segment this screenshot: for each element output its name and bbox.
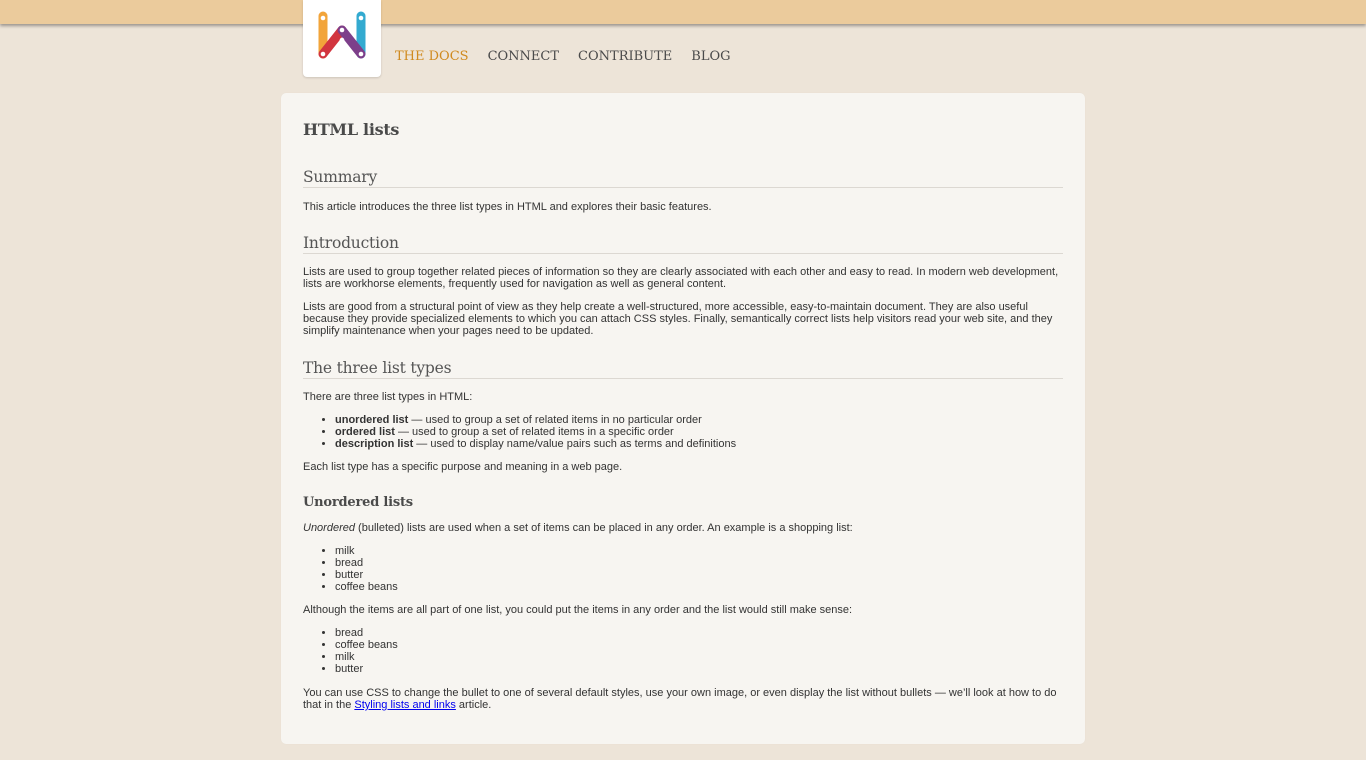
- nav-connect[interactable]: CONNECT: [488, 49, 559, 67]
- although-text: Although the items are all part of one l…: [303, 604, 853, 616]
- unordered-intro: Unordered (bulleted) lists are used when…: [303, 522, 853, 534]
- site-logo[interactable]: [303, 0, 381, 77]
- introduction-heading: Introduction: [303, 234, 1063, 254]
- webplatform-logo-icon: [318, 11, 366, 59]
- page-title: HTML lists: [303, 120, 400, 139]
- list-item: bread: [335, 627, 1095, 639]
- css-note: You can use CSS to change the bullet to …: [303, 687, 1057, 711]
- unordered-lists-heading: Unordered lists: [303, 495, 413, 510]
- list-item: butter: [335, 569, 1095, 581]
- list-item: description list — used to display name/…: [335, 438, 1095, 450]
- nav-contribute[interactable]: CONTRIBUTE: [578, 49, 672, 67]
- shopping-list-1: milk bread butter coffee beans: [303, 545, 1095, 593]
- list-item: ordered list — used to group a set of re…: [335, 426, 1095, 438]
- summary-heading: Summary: [303, 168, 1063, 188]
- list-item: coffee beans: [335, 639, 1095, 651]
- summary-text: This article introduces the three list t…: [303, 201, 712, 213]
- list-types-outro: Each list type has a specific purpose an…: [303, 461, 623, 473]
- list-item: butter: [335, 663, 1095, 675]
- list-item: unordered list — used to group a set of …: [335, 414, 1095, 426]
- list-item: bread: [335, 557, 1095, 569]
- list-types-list: unordered list — used to group a set of …: [303, 414, 1095, 450]
- styling-lists-link[interactable]: Styling lists and links: [354, 699, 456, 711]
- nav-blog[interactable]: BLOG: [691, 49, 730, 67]
- intro-paragraph-2: Lists are good from a structural point o…: [303, 301, 1053, 337]
- nav-the-docs[interactable]: THE DOCS: [395, 49, 469, 67]
- shopping-list-2: bread coffee beans milk butter: [303, 627, 1095, 675]
- list-types-intro: There are three list types in HTML:: [303, 391, 473, 403]
- list-item: coffee beans: [335, 581, 1095, 593]
- article-card: HTML lists Summary This article introduc…: [281, 93, 1085, 744]
- intro-paragraph-1: Lists are used to group together related…: [303, 266, 1059, 290]
- list-item: milk: [335, 651, 1095, 663]
- main-nav: THE DOCS CONNECT CONTRIBUTE BLOG: [395, 49, 731, 67]
- top-bar: [0, 0, 1366, 24]
- list-item: milk: [335, 545, 1095, 557]
- list-types-heading: The three list types: [303, 359, 1063, 379]
